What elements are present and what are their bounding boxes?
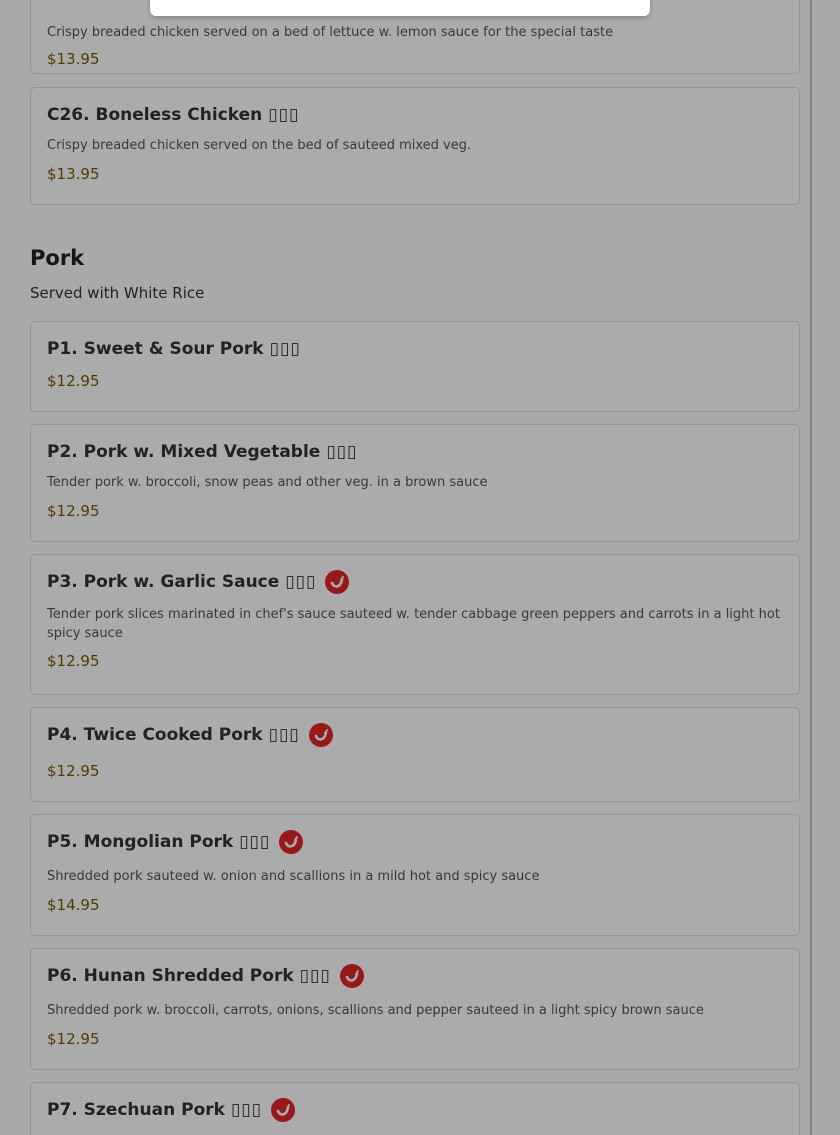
menu-item-card[interactable]: P4. Twice Cooked Pork ▯▯▯ $12.95 [30, 707, 800, 802]
section-subtitle: Served with White Rice [30, 284, 205, 302]
item-title: P1. Sweet & Sour Pork ▯▯▯ [47, 338, 783, 360]
item-title: P6. Hunan Shredded Pork ▯▯▯ [47, 964, 783, 988]
item-title: C26. Boneless Chicken ▯▯▯ [47, 104, 783, 126]
item-name: P3. Pork w. Garlic Sauce [47, 572, 280, 592]
item-name: C26. Boneless Chicken [47, 105, 263, 125]
item-description: Shredded pork w. broccoli, carrots, onio… [47, 1003, 704, 1018]
item-title: P7. Szechuan Pork ▯▯▯ [47, 1098, 783, 1122]
item-name: P5. Mongolian Pork [47, 832, 234, 852]
item-description: Crispy breaded chicken served on a bed o… [47, 25, 614, 40]
menu-item-card[interactable]: C26. Boneless Chicken ▯▯▯ Crispy breaded… [30, 87, 800, 205]
item-description: Tender pork w. broccoli, snow peas and o… [47, 475, 488, 490]
item-chinese-name: ▯▯▯ [299, 966, 331, 986]
item-price: $12.95 [47, 762, 100, 780]
item-description: Shredded pork sauteed w. onion and scall… [47, 869, 540, 884]
menu-item-card[interactable]: P7. Szechuan Pork ▯▯▯ [30, 1082, 800, 1135]
menu-item-card[interactable]: P3. Pork w. Garlic Sauce ▯▯▯ Tender pork… [30, 554, 800, 695]
item-chinese-name: ▯▯▯ [268, 725, 300, 745]
item-price: $13.95 [47, 50, 100, 68]
item-price: $12.95 [47, 652, 100, 670]
chili-pepper-icon [271, 1098, 296, 1122]
modal-dialog[interactable] [150, 0, 650, 16]
item-price: $13.95 [47, 165, 100, 183]
item-price: $12.95 [47, 1030, 100, 1048]
chili-pepper-icon [279, 830, 304, 854]
item-chinese-name: ▯▯▯ [239, 832, 271, 852]
menu-page: Crispy breaded chicken served on a bed o… [0, 0, 840, 1135]
menu-item-card[interactable]: P1. Sweet & Sour Pork ▯▯▯ $12.95 [30, 321, 800, 412]
item-name: P7. Szechuan Pork [47, 1100, 225, 1120]
item-price: $12.95 [47, 502, 100, 520]
item-name: P2. Pork w. Mixed Vegetable [47, 442, 321, 462]
page-edge-divider [810, 0, 812, 1135]
menu-item-card[interactable]: P2. Pork w. Mixed Vegetable ▯▯▯ Tender p… [30, 424, 800, 542]
item-price: $12.95 [47, 372, 100, 390]
menu-item-card[interactable]: P6. Hunan Shredded Pork ▯▯▯ Shredded por… [30, 948, 800, 1070]
item-description: Tender pork slices marinated in chef's s… [47, 607, 780, 641]
item-description: Crispy breaded chicken served on the bed… [47, 138, 472, 153]
item-title: P2. Pork w. Mixed Vegetable ▯▯▯ [47, 441, 783, 463]
item-title: P3. Pork w. Garlic Sauce ▯▯▯ [47, 570, 783, 594]
item-chinese-name: ▯▯▯ [269, 339, 301, 359]
chili-pepper-icon [339, 964, 364, 988]
menu-item-card[interactable]: P5. Mongolian Pork ▯▯▯ Shredded pork sau… [30, 814, 800, 936]
item-title: P5. Mongolian Pork ▯▯▯ [47, 830, 783, 854]
item-chinese-name: ▯▯▯ [230, 1100, 263, 1120]
item-name: P6. Hunan Shredded Pork [47, 966, 294, 986]
item-title: P4. Twice Cooked Pork ▯▯▯ [47, 723, 783, 747]
item-name: P4. Twice Cooked Pork [47, 725, 263, 745]
item-chinese-name: ▯▯▯ [268, 105, 300, 125]
item-chinese-name: ▯▯▯ [285, 572, 317, 592]
section-title: Pork [30, 246, 85, 270]
item-price: $14.95 [47, 896, 100, 914]
chili-pepper-icon [325, 570, 350, 594]
chili-pepper-icon [308, 723, 333, 747]
item-chinese-name: ▯▯▯ [326, 442, 358, 462]
item-name: P1. Sweet & Sour Pork [47, 339, 264, 359]
